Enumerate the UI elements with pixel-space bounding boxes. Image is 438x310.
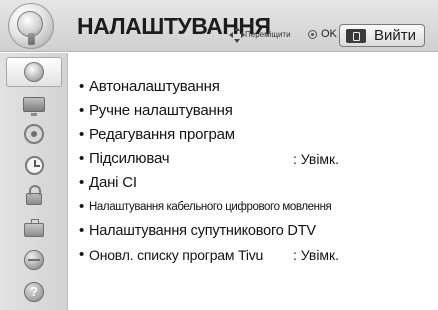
sidebar-item-audio[interactable] [6,119,62,149]
four-way-arrows-icon [229,27,245,43]
bullet: • [79,222,85,239]
menu-item-label: Редагування програм [89,126,235,143]
bullet: • [79,102,85,119]
sidebar-item-support[interactable]: ? [6,277,62,307]
satellite-icon [24,62,44,82]
nav-move-label: Переміщити [245,30,291,39]
bullet: • [79,126,85,143]
bullet: • [79,174,85,191]
sidebar-item-option[interactable] [6,213,62,243]
help-icon: ? [24,282,44,302]
sidebar-item-time[interactable] [6,150,62,180]
tv-icon [23,96,45,116]
briefcase-icon [24,218,44,237]
dish-stand [28,33,35,45]
nav-ok-label: OK [321,28,337,40]
menu-item-label: Оновл. списку програм Tivu [89,247,264,263]
setup-screen: НАЛАШТУВАННЯ Переміщити OK Вийти ? • Авт… [0,0,438,310]
bullet: • [79,198,85,215]
sidebar-item-lock[interactable] [6,181,62,211]
sidebar-item-picture[interactable] [6,89,62,119]
booster-value: : Увімк. [293,151,340,167]
bullet: • [79,246,85,263]
satellite-dish-icon [8,3,54,49]
exit-button[interactable]: Вийти [339,24,425,47]
lock-icon [26,185,42,205]
speaker-icon [24,124,44,144]
sidebar-item-setup[interactable] [6,57,62,87]
menu-item-label: Дані CI [89,174,137,191]
menu-item-label: Ручне налаштування [89,102,233,119]
exit-label: Вийти [374,27,417,44]
clock-icon [24,155,44,175]
menu-item-label: Налаштування кабельного цифрового мовлен… [89,201,332,213]
header-bar: НАЛАШТУВАННЯ Переміщити OK Вийти [0,0,438,52]
globe-icon [24,250,44,270]
setup-menu-list: • Автоналаштування • Ручне налаштування … [69,53,438,310]
ok-circle-icon [308,30,317,39]
bullet: • [79,78,85,95]
menu-item-label: Налаштування супутникового DTV [89,223,316,239]
bullet: • [79,150,85,167]
exit-key-icon [346,29,366,43]
sidebar-item-network[interactable] [6,245,62,275]
sidebar: ? [0,53,68,310]
menu-item-label: Автоналаштування [89,78,220,95]
menu-item-label: Підсилювач [89,150,170,167]
tivu-update-value: : Увімк. [293,247,340,263]
